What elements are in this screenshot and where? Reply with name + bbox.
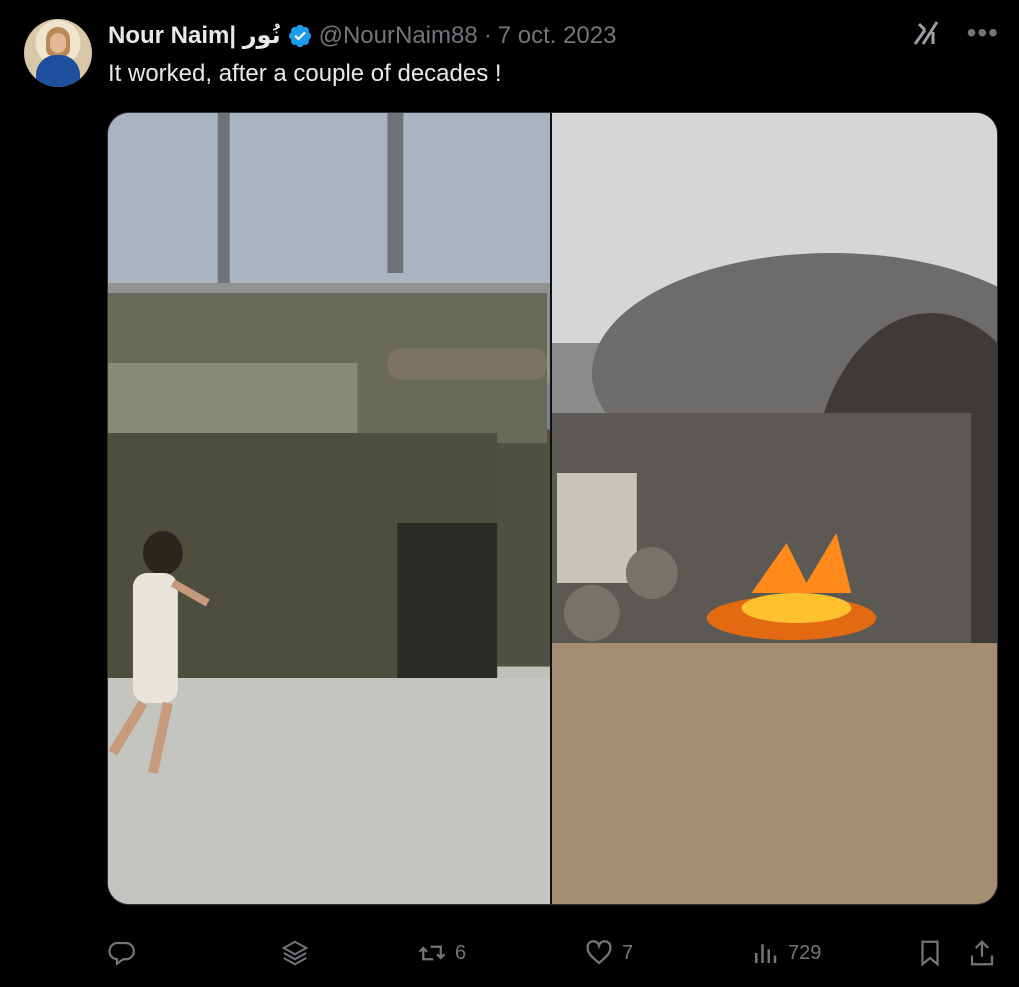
bookmark-icon <box>921 940 939 967</box>
grok-icon[interactable] <box>911 18 941 48</box>
author-name[interactable]: Nour Naim| نُور <box>108 20 281 52</box>
retweet-button[interactable]: 6 <box>417 938 466 968</box>
avatar[interactable] <box>24 19 92 87</box>
top-actions: ••• <box>911 18 999 48</box>
media-image-left[interactable] <box>108 113 550 904</box>
bookmark-button[interactable] <box>915 938 945 968</box>
retweet-icon <box>418 945 446 961</box>
more-icon[interactable]: ••• <box>967 18 999 48</box>
media-grid[interactable] <box>107 112 998 905</box>
action-bar: 6 7 729 <box>107 934 997 974</box>
author-handle[interactable]: @NourNaim88 <box>319 20 478 52</box>
verified-badge-icon <box>288 24 311 48</box>
share-button[interactable] <box>967 938 997 968</box>
like-count: 7 <box>622 941 634 964</box>
like-button[interactable]: 7 <box>584 938 633 968</box>
tweet-header: Nour Naim| نُور @NourNaim88 · 7 oct. 202… <box>108 20 616 52</box>
retweet-count: 6 <box>455 941 467 964</box>
reply-icon <box>108 941 135 966</box>
tweet-text: It worked, after a couple of decades ! <box>108 60 502 87</box>
separator-dot: · <box>483 22 492 49</box>
share-icon <box>970 940 994 966</box>
tweet-date[interactable]: 7 oct. 2023 <box>498 20 617 52</box>
media-image-right[interactable] <box>550 113 997 904</box>
views-icon <box>755 944 777 963</box>
layers-icon <box>281 940 309 966</box>
tweet: Nour Naim| نُور @NourNaim88 · 7 oct. 202… <box>0 0 1019 987</box>
layers-button[interactable] <box>280 938 310 968</box>
views-button[interactable]: 729 <box>750 938 821 968</box>
reply-button[interactable] <box>107 938 137 968</box>
views-count: 729 <box>788 941 822 964</box>
heart-icon <box>586 940 612 965</box>
